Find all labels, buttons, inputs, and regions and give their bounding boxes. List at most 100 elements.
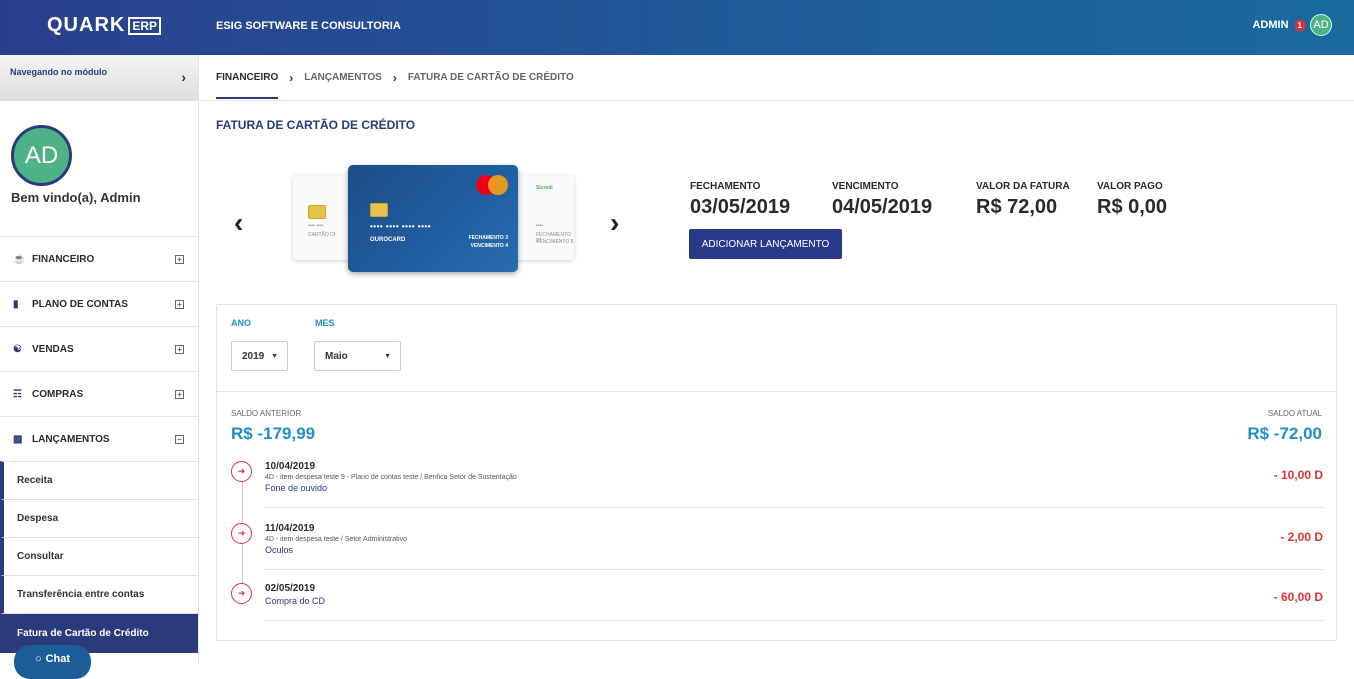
previous-card-button[interactable]: ‹ — [234, 207, 243, 239]
sidebar-item-vendas[interactable]: ☯ VENDAS + — [0, 326, 198, 371]
sidebar-subitem-consultar[interactable]: Consultar — [0, 537, 198, 575]
list-item[interactable]: ➜ 02/05/2019 Compra do CD - 60,00 D — [231, 583, 1323, 633]
sidebar-item-compras[interactable]: ☶ COMPRAS + — [0, 371, 198, 416]
card-due: VENCIMENTO 5 — [536, 239, 574, 245]
entries-panel: ANO MES 2019 ▼ Maio ▼ SALDO ANTERIOR R$ … — [216, 304, 1337, 641]
chevron-right-icon: › — [289, 70, 294, 85]
total-label: VALOR DA FATURA — [976, 181, 1070, 192]
entry-amount: - 60,00 D — [1273, 590, 1323, 604]
entry-amount: - 2,00 D — [1280, 530, 1323, 544]
app-logo[interactable]: QUARK ERP — [47, 14, 162, 37]
entry-date: 11/04/2019 — [265, 523, 315, 534]
closing-value: 03/05/2019 — [690, 196, 791, 218]
page-title: FATURA DE CARTÃO DE CRÉDITO — [216, 118, 416, 132]
expand-icon[interactable]: + — [175, 254, 184, 264]
chat-label: Chat — [45, 653, 71, 665]
list-item[interactable]: ➜ 10/04/2019 4D - item despesa teste 9 -… — [231, 461, 1323, 511]
credit-card-selected[interactable]: •••• •••• •••• •••• OUROCARD FECHAMENTO … — [348, 165, 518, 272]
breadcrumb: FINANCEIRO › LANÇAMENTOS › FATURA DE CAR… — [199, 55, 1354, 101]
entry-description: 4D - item despesa teste / Setor Administ… — [265, 536, 408, 543]
year-select[interactable]: 2019 ▼ — [231, 341, 288, 371]
invoice-paid: VALOR PAGO R$ 0,00 — [1097, 181, 1167, 219]
card-name: OUROCARD — [370, 237, 406, 243]
sidebar-subitem-receita[interactable]: Receita — [0, 461, 198, 499]
breadcrumb-item-financeiro[interactable]: FINANCEIRO — [216, 72, 279, 99]
sidebar-item-financeiro[interactable]: ☕ FINANCEIRO + — [0, 236, 198, 281]
divider — [265, 569, 1323, 570]
book-icon: ▮ — [13, 298, 19, 310]
collapse-icon[interactable]: − — [175, 434, 184, 444]
entry-title: Compra do CD — [265, 596, 326, 606]
user-profile: AD Bem vindo(a), Admin — [0, 101, 198, 236]
sidebar-item-lancamentos[interactable]: ▩ LANÇAMENTOS − — [0, 416, 198, 461]
card-name: CARTÃO DI — [308, 232, 336, 238]
entry-amount: - 10,00 D — [1273, 468, 1323, 482]
sidebar-item-label: LANÇAMENTOS — [32, 433, 110, 445]
paid-label: VALOR PAGO — [1097, 181, 1163, 192]
user-menu[interactable]: ADMIN 1 AD — [1252, 14, 1332, 36]
sidebar-item-plano-de-contas[interactable]: ▮ PLANO DE CONTAS + — [0, 281, 198, 326]
card-chip-icon — [370, 203, 388, 217]
breadcrumb-item-lancamentos[interactable]: LANÇAMENTOS — [304, 72, 382, 83]
divider — [217, 391, 1336, 392]
user-name: ADMIN — [1252, 19, 1289, 31]
month-select[interactable]: Maio ▼ — [314, 341, 401, 371]
entry-date: 02/05/2019 — [265, 583, 316, 594]
list-item[interactable]: ➜ 11/04/2019 4D - item despesa teste / S… — [231, 523, 1323, 573]
previous-balance-label: SALDO ANTERIOR — [231, 409, 302, 418]
total-value: R$ 72,00 — [976, 196, 1058, 218]
card-dates: FECHAMENTO 3 VENCIMENTO 4 — [469, 234, 508, 250]
sidebar-item-label: FINANCEIRO — [32, 253, 95, 265]
chat-icon: ○ — [34, 653, 42, 665]
month-value: Maio — [325, 350, 348, 362]
welcome-text: Bem vindo(a), Admin — [11, 190, 141, 205]
sidebar-subitem-despesa[interactable]: Despesa — [0, 499, 198, 537]
caret-down-icon: ▼ — [271, 352, 278, 360]
breadcrumb-item-fatura: FATURA DE CARTÃO DE CRÉDITO — [407, 72, 574, 83]
entry-title: Oculos — [265, 545, 294, 555]
invoice-due: VENCIMENTO 04/05/2019 — [832, 181, 932, 219]
caret-down-icon: ▼ — [384, 352, 391, 360]
logo-text: QUARK — [47, 14, 126, 36]
card-number: •••• — [536, 223, 544, 229]
handshake-icon: ☯ — [13, 343, 22, 355]
next-card-button[interactable]: › — [610, 207, 619, 239]
mastercard-icon — [488, 175, 508, 195]
money-icon: ☕ — [13, 253, 26, 265]
expense-out-icon: ➜ — [231, 461, 252, 482]
expand-icon[interactable]: + — [175, 344, 184, 354]
sidebar-item-label: VENDAS — [32, 343, 74, 355]
expense-out-icon: ➜ — [231, 523, 252, 544]
sidebar-subitem-transferencia[interactable]: Transferência entre contas — [0, 575, 198, 613]
current-balance-label: SALDO ATUAL — [1267, 409, 1322, 418]
avatar[interactable]: AD — [1310, 14, 1332, 36]
card-number: •••• •••• •••• •••• — [370, 222, 431, 231]
previous-balance-value: R$ -179,99 — [231, 424, 316, 443]
card-chip-icon — [308, 205, 326, 219]
sidebar-item-label: COMPRAS — [32, 388, 84, 400]
current-balance-value: R$ -72,00 — [1247, 424, 1322, 443]
entry-description: 4D - item despesa teste 9 - Plano de con… — [265, 474, 517, 481]
expand-icon[interactable]: + — [175, 389, 184, 399]
divider — [265, 620, 1323, 621]
year-value: 2019 — [242, 350, 265, 362]
invoice-closing: FECHAMENTO 03/05/2019 — [690, 181, 790, 219]
card-closing: FECHAMENTO 3 — [468, 235, 508, 241]
add-entry-button[interactable]: ADICIONAR LANÇAMENTO — [689, 229, 842, 259]
expand-icon[interactable]: + — [175, 299, 184, 309]
entry-title: Fone de ouvido — [265, 483, 328, 493]
notification-badge[interactable]: 1 — [1294, 19, 1305, 31]
year-label: ANO — [231, 318, 251, 328]
expense-out-icon: ➜ — [231, 583, 252, 604]
module-navigator[interactable]: Navegando no módulo › — [0, 55, 198, 101]
cart-icon: ☶ — [13, 388, 22, 400]
due-label: VENCIMENTO — [832, 181, 899, 192]
sidebar-item-label: PLANO DE CONTAS — [32, 298, 128, 310]
divider — [265, 507, 1323, 508]
chat-button[interactable]: ○ Chat — [14, 645, 91, 679]
chevron-right-icon: › — [392, 70, 397, 85]
company-name: ESIG SOFTWARE E CONSULTORIA — [216, 20, 401, 32]
chevron-right-icon: › — [181, 69, 186, 85]
month-label: MES — [315, 318, 335, 328]
closing-label: FECHAMENTO — [690, 181, 761, 192]
